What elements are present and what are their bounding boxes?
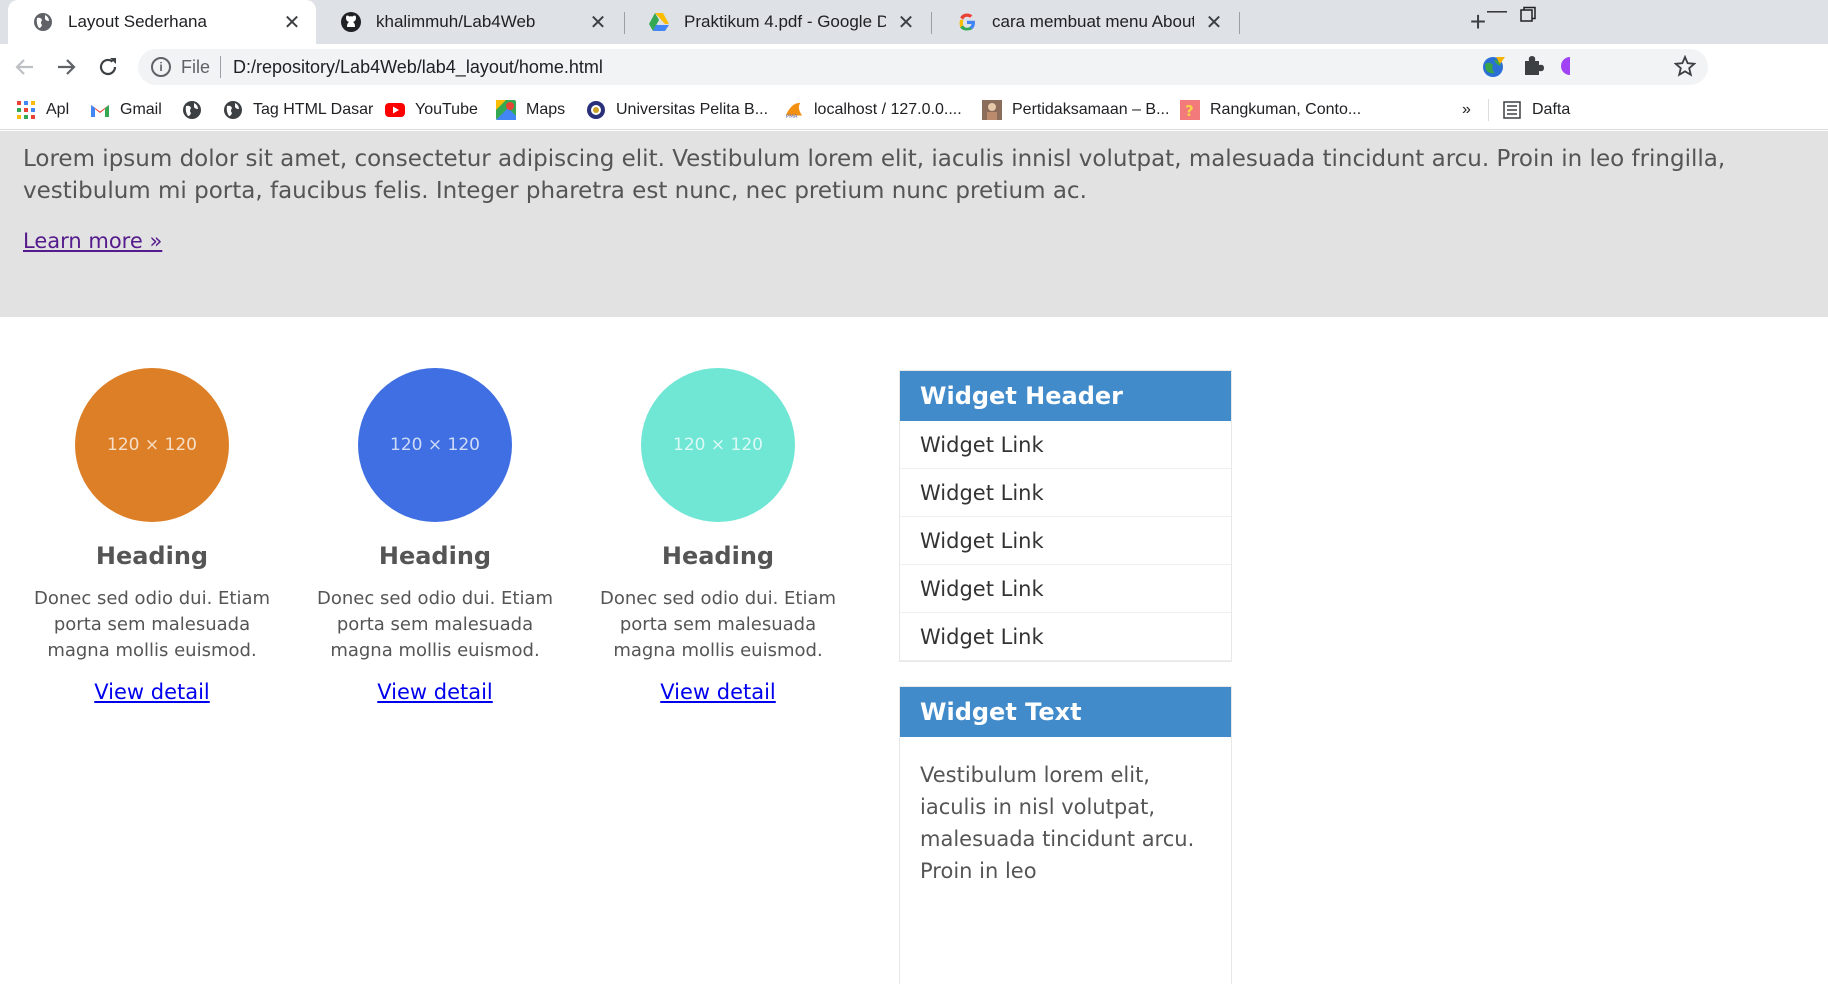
bookmarks-bar: Apl Gmail Tag HTML Dasar YouTube Maps Un… [0, 90, 1828, 130]
extensions-puzzle-icon[interactable] [1522, 54, 1544, 80]
bookmark-globe[interactable] [182, 98, 212, 122]
info-icon[interactable]: i [151, 57, 171, 77]
minimize-button[interactable]: — [1487, 0, 1507, 23]
widget-links: Widget Header Widget Link Widget Link Wi… [899, 370, 1232, 662]
feature-column: 120 × 120 Heading Donec sed odio dui. Et… [583, 368, 853, 704]
arrow-right-icon [58, 59, 76, 75]
widget-link[interactable]: Widget Link [900, 469, 1231, 517]
bookmark-star-icon[interactable] [1673, 54, 1697, 82]
widget-header: Widget Text [900, 687, 1231, 737]
tab-google-drive[interactable]: Praktikum 4.pdf - Google Drive ✕ [624, 0, 930, 44]
globe-icon [182, 100, 202, 120]
profile-avatar-icon[interactable] [1558, 54, 1579, 82]
reading-list-label: Dafta [1532, 101, 1571, 118]
widget-link[interactable]: Widget Link [900, 565, 1231, 613]
view-detail-link[interactable]: View detail [377, 680, 493, 704]
tab-google-search[interactable]: cara membuat menu About html ✕ [932, 0, 1238, 44]
svg-text:PMA: PMA [786, 114, 798, 120]
youtube-icon [385, 100, 405, 120]
widget-header: Widget Header [900, 371, 1231, 421]
bookmark-label: Pertidaksamaan – B... [1012, 101, 1170, 118]
svg-text:?: ? [1185, 102, 1194, 120]
forward-button[interactable] [51, 52, 81, 82]
tab-github[interactable]: khalimmuh/Lab4Web ✕ [316, 0, 622, 44]
view-detail-link[interactable]: View detail [660, 680, 776, 704]
placeholder-image: 120 × 120 [75, 368, 229, 522]
widget-text: Widget Text Vestibulum lorem elit, iacul… [899, 686, 1232, 984]
column-text: Donec sed odio dui. Etiam porta sem male… [599, 588, 837, 661]
scheme-label: File [181, 56, 211, 77]
bookmark-localhost[interactable]: PMA localhost / 127.0.0.... [784, 98, 962, 122]
tab-title: khalimmuh/Lab4Web [376, 12, 536, 31]
maximize-button[interactable] [1519, 6, 1537, 30]
close-icon[interactable]: ✕ [280, 10, 304, 34]
feature-column: 120 × 120 Heading Donec sed odio dui. Et… [300, 368, 570, 704]
column-heading: Heading [378, 542, 492, 570]
maps-icon [496, 100, 516, 120]
back-button[interactable] [10, 52, 40, 82]
gmail-icon [90, 100, 110, 120]
widget-link[interactable]: Widget Link [900, 421, 1231, 469]
bookmark-youtube[interactable]: YouTube [385, 98, 478, 122]
university-logo-icon [586, 100, 606, 120]
arrow-left-icon [15, 59, 33, 75]
widget-link[interactable]: Widget Link [900, 517, 1231, 565]
column-text: Donec sed odio dui. Etiam porta sem male… [316, 588, 554, 661]
github-icon [340, 11, 362, 33]
bookmark-label: Gmail [120, 101, 162, 118]
url-text[interactable]: D:/repository/Lab4Web/lab4_layout/home.h… [233, 57, 603, 78]
bookmark-label: Rangkuman, Conto... [1210, 101, 1362, 118]
bookmark-label: Maps [526, 101, 566, 118]
more-bookmarks-button[interactable]: » [1462, 98, 1471, 122]
bookmark-universitas[interactable]: Universitas Pelita B... [586, 98, 768, 122]
jumbotron-text: Lorem ipsum dolor sit amet, consectetur … [23, 146, 1726, 204]
reload-button[interactable] [93, 52, 123, 82]
bookmark-tag-html[interactable]: Tag HTML Dasar [223, 98, 373, 122]
tab-title: cara membuat menu About html [992, 12, 1194, 31]
column-heading: Heading [661, 542, 775, 570]
bookmark-label: Tag HTML Dasar [253, 101, 374, 118]
extension-globe-icon[interactable] [1480, 54, 1506, 84]
google-drive-icon [648, 11, 670, 33]
feature-column: 120 × 120 Heading Donec sed odio dui. Et… [17, 368, 287, 704]
close-icon[interactable]: ✕ [894, 10, 918, 34]
learn-more-link[interactable]: Learn more » [23, 229, 162, 253]
globe-icon [32, 11, 54, 33]
bookmark-rangkuman[interactable]: ? Rangkuman, Conto... [1180, 98, 1361, 122]
widget-text-body: Vestibulum lorem elit, iaculis in nisl v… [920, 763, 1195, 883]
tab-layout-sederhana[interactable]: Layout Sederhana ✕ [8, 0, 316, 44]
tab-strip: Layout Sederhana ✕ khalimmuh/Lab4Web ✕ P… [0, 0, 1828, 44]
google-icon [956, 11, 978, 33]
page-thumb-icon: ? [1180, 100, 1200, 120]
close-icon[interactable]: ✕ [586, 10, 610, 34]
placeholder-image: 120 × 120 [358, 368, 512, 522]
view-detail-link[interactable]: View detail [94, 680, 210, 704]
page-thumb-icon [982, 100, 1002, 120]
column-text: Donec sed odio dui. Etiam porta sem male… [33, 588, 271, 661]
apps-grid-icon [16, 100, 36, 120]
placeholder-image: 120 × 120 [641, 368, 795, 522]
jumbotron: Lorem ipsum dolor sit amet, consectetur … [0, 131, 1828, 317]
bookmark-apps[interactable]: Apl [16, 98, 69, 122]
close-icon[interactable]: ✕ [1202, 10, 1226, 34]
reading-list-icon [1502, 100, 1522, 120]
tab-title: Praktikum 4.pdf - Google Drive [684, 12, 886, 31]
reload-icon [99, 58, 117, 76]
phpmyadmin-icon: PMA [784, 100, 804, 120]
tab-title: Layout Sederhana [68, 12, 207, 31]
widget-link[interactable]: Widget Link [900, 613, 1231, 661]
browser-toolbar: i File D:/repository/Lab4Web/lab4_layout… [0, 44, 1828, 90]
bookmark-pertidaksamaan[interactable]: Pertidaksamaan – B... [982, 98, 1169, 122]
bookmark-label: Universitas Pelita B... [616, 101, 769, 118]
column-heading: Heading [95, 542, 209, 570]
bookmark-label: localhost / 127.0.0.... [814, 101, 962, 118]
reading-list-button[interactable]: Dafta [1502, 98, 1570, 122]
globe-icon [223, 100, 243, 120]
bookmark-gmail[interactable]: Gmail [90, 98, 162, 122]
bookmark-maps[interactable]: Maps [496, 98, 565, 122]
bookmark-label: YouTube [415, 101, 478, 118]
bookmark-label: Apl [46, 101, 70, 118]
address-bar[interactable]: i File D:/repository/Lab4Web/lab4_layout… [138, 49, 1708, 85]
